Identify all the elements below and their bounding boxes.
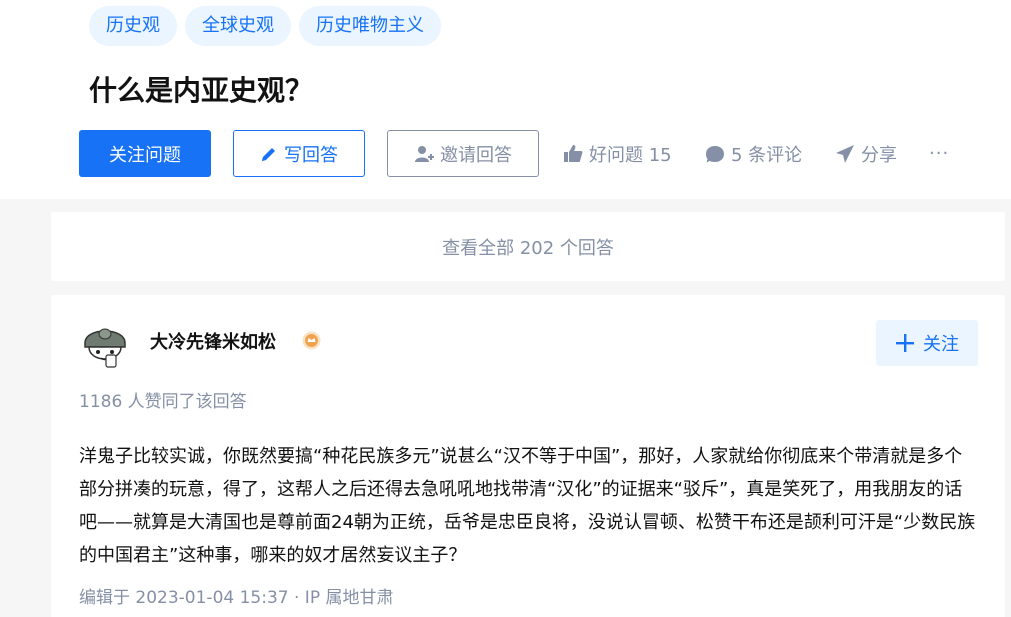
- follow-author-label: 关注: [923, 334, 959, 355]
- comments-label: 5 条评论: [731, 144, 803, 166]
- good-question-label: 好问题 15: [589, 144, 672, 166]
- write-answer-label: 写回答: [284, 144, 338, 166]
- follow-question-button[interactable]: 关注问题: [79, 130, 211, 177]
- topic-tags: 历史观 全球史观 历史唯物主义: [89, 6, 441, 46]
- add-user-icon: [414, 144, 434, 164]
- more-dots-icon[interactable]: ···: [929, 130, 949, 177]
- topic-tag[interactable]: 历史唯物主义: [299, 6, 441, 46]
- thumbs-up-icon: [563, 144, 583, 164]
- comment-bubble-icon: [705, 144, 725, 164]
- author-name[interactable]: 大冷先锋米如松: [150, 328, 276, 354]
- vote-count-text: 1186 人赞同了该回答: [79, 392, 247, 412]
- pencil-icon: [260, 145, 278, 163]
- comments-button[interactable]: 5 条评论: [705, 130, 802, 177]
- follow-author-button[interactable]: 关注: [876, 320, 978, 366]
- topic-tag[interactable]: 全球史观: [185, 6, 291, 46]
- write-answer-button[interactable]: 写回答: [233, 130, 365, 177]
- question-title: 什么是内亚史观？: [89, 74, 314, 107]
- edit-timestamp: 编辑于 2023-01-04 15:37 · IP 属地甘肃: [79, 588, 394, 608]
- topic-tag[interactable]: 历史观: [89, 6, 177, 46]
- answer-content: 洋鬼子比较实诚，你既然要搞“种花民族多元”说甚么“汉不等于中国”，那好，人家就给…: [79, 446, 976, 566]
- follow-question-label: 关注问题: [109, 144, 181, 166]
- paper-plane-icon: [835, 144, 855, 164]
- share-button[interactable]: 分享: [835, 130, 897, 177]
- view-all-answers-label: 查看全部 202 个回答: [442, 237, 614, 259]
- question-actions: 关注问题 写回答 邀请回答 好问题 15 5 条评论 分享 ···: [79, 130, 979, 177]
- question-header: 历史观 全球史观 历史唯物主义 什么是内亚史观？ 关注问题 写回答 邀请回答 好…: [0, 0, 1011, 199]
- answer-card: 大冷先锋米如松 关注 1186 人赞同了该回答 洋鬼子比较实诚，你既然要搞“种花…: [51, 295, 1005, 617]
- invite-answer-label: 邀请回答: [440, 144, 512, 166]
- avatar[interactable]: [79, 317, 131, 369]
- view-all-answers-button[interactable]: 查看全部 202 个回答: [51, 212, 1005, 281]
- invite-answer-button[interactable]: 邀请回答: [387, 130, 539, 177]
- plus-icon: [895, 333, 915, 353]
- creator-badge-icon: [302, 331, 321, 350]
- good-question-button[interactable]: 好问题 15: [563, 130, 672, 177]
- share-label: 分享: [861, 144, 897, 166]
